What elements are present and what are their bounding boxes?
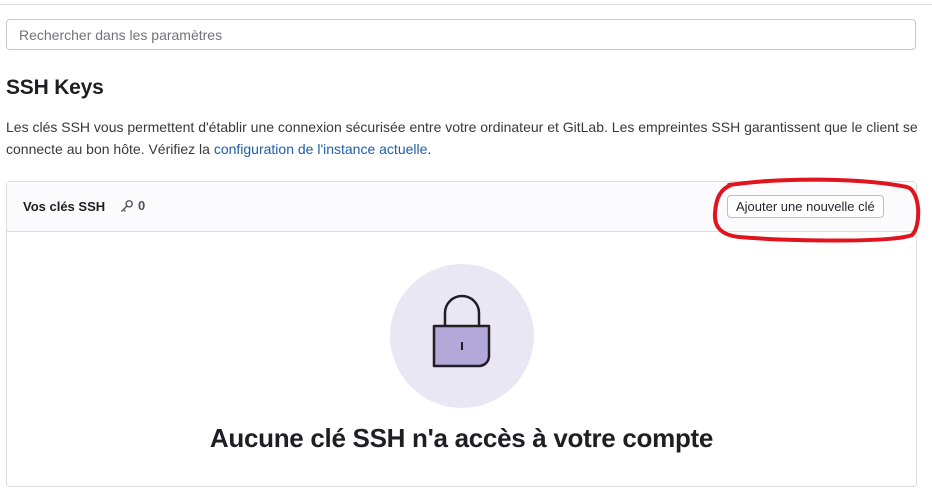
ssh-keys-card: Vos clés SSH 0 Ajouter une nouvelle clé …: [6, 181, 917, 487]
instance-configuration-link[interactable]: configuration de l'instance actuelle: [214, 141, 428, 157]
section-description: Les clés SSH vous permettent d'établir u…: [6, 116, 921, 160]
settings-search-input[interactable]: [7, 20, 915, 49]
key-count: 0: [138, 198, 146, 213]
ssh-keys-card-header: Vos clés SSH 0 Ajouter une nouvelle clé: [7, 182, 916, 232]
key-icon: [121, 199, 133, 212]
add-new-key-button[interactable]: Ajouter une nouvelle clé: [727, 195, 884, 218]
empty-state-illustration: [390, 264, 534, 408]
page-title: SSH Keys: [6, 76, 104, 99]
key-count-badge: 0: [120, 198, 145, 213]
lock-icon: [432, 294, 491, 368]
description-text: Les clés SSH vous permettent d'établir u…: [6, 119, 918, 157]
ssh-keys-card-title: Vos clés SSH: [23, 199, 106, 214]
top-divider: [0, 4, 932, 5]
description-end: .: [427, 141, 432, 157]
empty-state-title: Aucune clé SSH n'a accès à votre compte: [209, 423, 714, 453]
settings-search[interactable]: [6, 19, 916, 50]
